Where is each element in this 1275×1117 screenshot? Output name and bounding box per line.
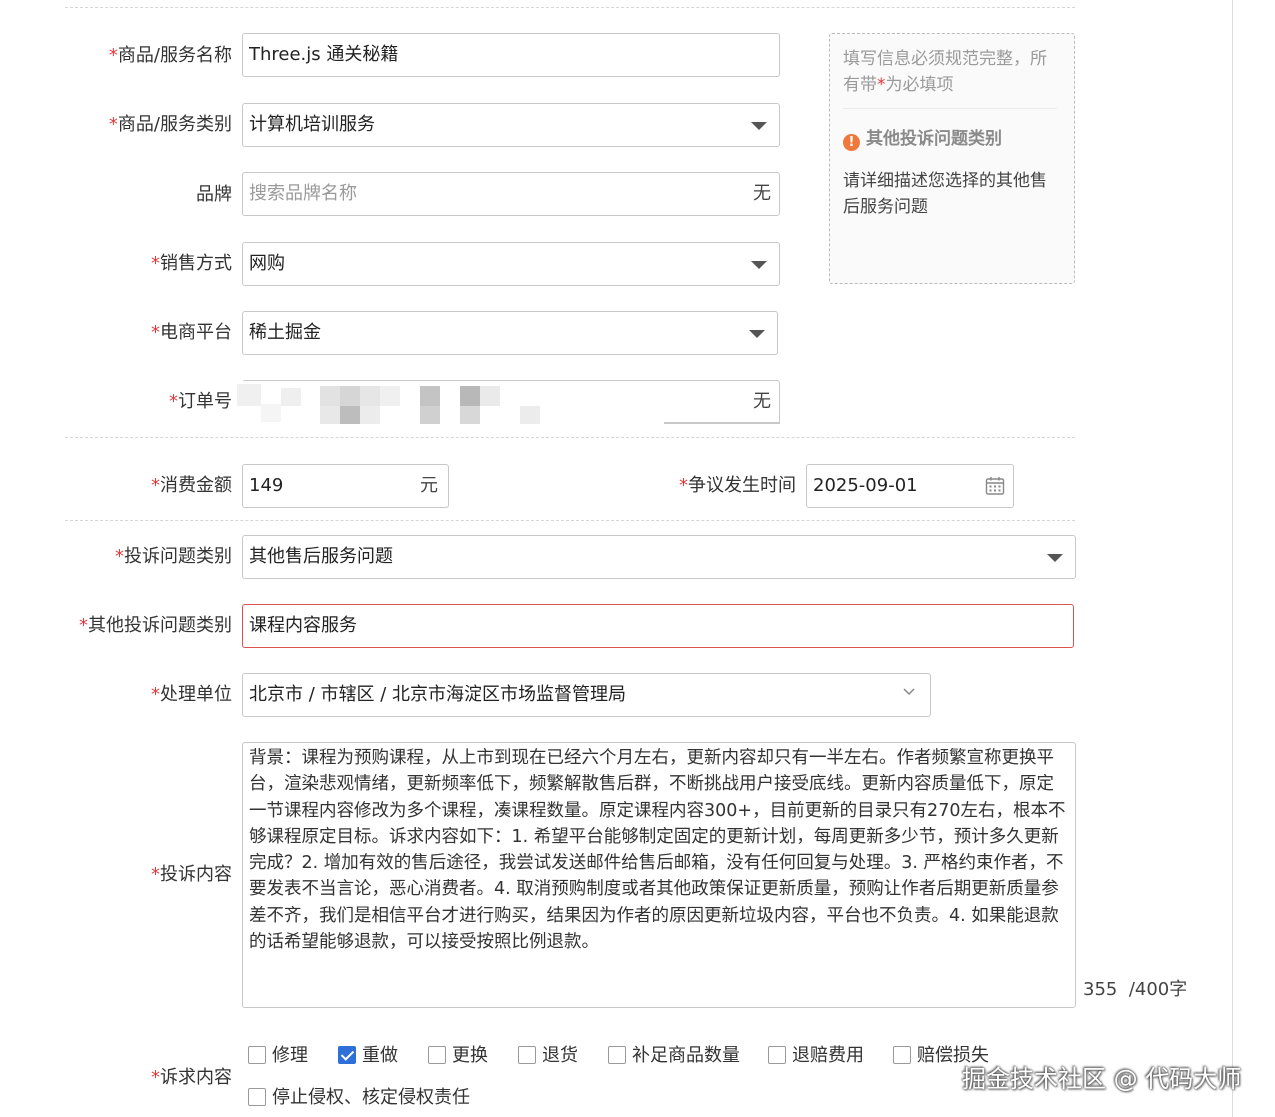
- brand-none-suffix[interactable]: 无: [753, 173, 771, 215]
- tip-intro: 填写信息必须规范完整，所有带*为必填项: [843, 49, 1047, 95]
- demand-option-repair[interactable]: 修理: [248, 1044, 308, 1068]
- brand-search-input[interactable]: 搜索品牌名称无: [242, 172, 780, 216]
- demand-option-redo[interactable]: 重做: [338, 1044, 398, 1068]
- sales-method-label: *销售方式: [151, 253, 232, 274]
- yuan-unit: 元: [420, 475, 438, 496]
- top-divider: [65, 7, 1075, 8]
- watermark: 掘金技术社区 @ 代码大师: [962, 1065, 1242, 1093]
- complaint-content-label: *投诉内容: [151, 864, 232, 885]
- dropdown-caret-icon: [749, 330, 765, 338]
- sales-method-select[interactable]: 网购: [242, 242, 780, 286]
- demand-option-replace[interactable]: 更换: [428, 1044, 488, 1068]
- page-right-border: [1232, 0, 1233, 1117]
- order-number-label: *订单号: [169, 391, 232, 412]
- checkbox[interactable]: [518, 1046, 536, 1064]
- checkbox[interactable]: [248, 1088, 266, 1106]
- dispute-date-picker[interactable]: 2025-09-01: [806, 464, 1014, 508]
- tip-title: ! 其他投诉问题类别: [843, 126, 1002, 152]
- platform-select[interactable]: 稀土掘金: [242, 311, 778, 355]
- help-tip-panel: 填写信息必须规范完整，所有带*为必填项 ! 其他投诉问题类别 请详细描述您选择的其…: [829, 33, 1075, 284]
- handling-unit-label: *处理单位: [151, 684, 232, 705]
- handling-unit-cascader[interactable]: 北京市 / 市辖区 / 北京市海淀区市场监督管理局: [242, 673, 931, 717]
- demand-option-make-up-quantity[interactable]: 补足商品数量: [608, 1044, 740, 1068]
- section-divider: [65, 520, 1075, 521]
- product-category-select[interactable]: 计算机培训服务: [242, 103, 780, 147]
- brand-label: 品牌: [196, 184, 232, 205]
- complaint-type-label: *投诉问题类别: [115, 546, 232, 567]
- tip-body: 请详细描述您选择的其他售后服务问题: [843, 171, 1047, 217]
- complaint-content-textarea[interactable]: 背景：课程为预购课程，从上市到现在已经六个月左右，更新内容却只有一半左右。作者频…: [242, 742, 1076, 1008]
- product-category-label: *商品/服务类别: [108, 114, 232, 135]
- demands-label: *诉求内容: [151, 1067, 232, 1088]
- demand-option-stop-infringement[interactable]: 停止侵权、核定侵权责任: [248, 1086, 470, 1110]
- platform-label: *电商平台: [151, 322, 232, 343]
- checkbox-checked[interactable]: [338, 1046, 356, 1064]
- dropdown-caret-icon: [751, 261, 767, 269]
- checkbox[interactable]: [768, 1046, 786, 1064]
- order-none-suffix[interactable]: 无: [753, 381, 771, 423]
- checkbox[interactable]: [893, 1046, 911, 1064]
- amount-label: *消费金额: [151, 475, 232, 496]
- dispute-date-label: *争议发生时间: [679, 475, 796, 496]
- char-counter: 355 /400字: [1083, 979, 1188, 1000]
- dropdown-caret-icon: [1047, 554, 1063, 562]
- product-name-input[interactable]: Three.js 通关秘籍: [242, 33, 780, 77]
- section-divider: [65, 437, 1075, 438]
- tip-divider: [843, 108, 1057, 109]
- dropdown-caret-icon: [751, 122, 767, 130]
- checkbox[interactable]: [428, 1046, 446, 1064]
- chevron-down-icon: [903, 688, 915, 696]
- complaint-type-select[interactable]: 其他售后服务问题: [242, 535, 1076, 579]
- demand-option-refund-fees[interactable]: 退赔费用: [768, 1044, 864, 1068]
- warning-icon: !: [843, 134, 860, 151]
- other-complaint-type-label: *其他投诉问题类别: [79, 615, 232, 636]
- other-complaint-type-input[interactable]: 课程内容服务: [242, 604, 1074, 648]
- checkbox[interactable]: [608, 1046, 626, 1064]
- demand-option-return[interactable]: 退货: [518, 1044, 578, 1068]
- checkbox[interactable]: [248, 1046, 266, 1064]
- calendar-icon[interactable]: [985, 476, 1005, 496]
- product-name-label: *商品/服务名称: [108, 45, 232, 66]
- amount-input[interactable]: 149 元: [242, 464, 449, 508]
